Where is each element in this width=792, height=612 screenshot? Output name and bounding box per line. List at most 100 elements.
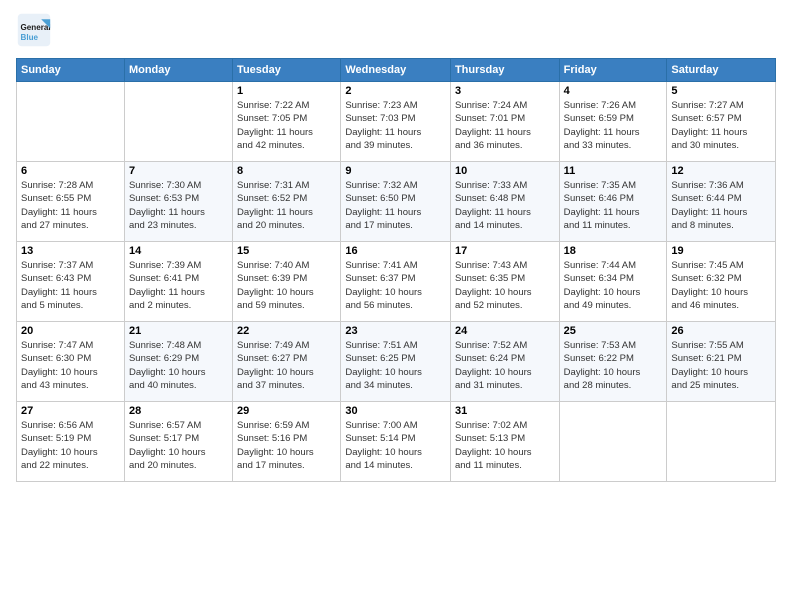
day-number: 15 [237, 245, 336, 257]
calendar-cell: 4Sunrise: 7:26 AM Sunset: 6:59 PM Daylig… [559, 82, 667, 162]
day-number: 28 [129, 405, 228, 417]
calendar-cell: 5 Sunrise: 7:27 AM Sunset: 6:57 PM Daylig… [667, 82, 776, 162]
day-info: Sunrise: 7:44 AM Sunset: 6:34 PM Dayligh… [564, 259, 663, 312]
calendar-cell: 28 Sunrise: 6:57 AM Sunset: 5:17 PM Dayli… [124, 402, 232, 482]
calendar-cell [124, 82, 232, 162]
day-info: Sunrise: 7:30 AM Sunset: 6:53 PM Dayligh… [129, 179, 228, 232]
day-number: 4 [564, 85, 663, 97]
calendar-table: SundayMondayTuesdayWednesdayThursdayFrid… [16, 58, 776, 482]
weekday-header-sunday: Sunday [17, 59, 125, 82]
day-number: 22 [237, 325, 336, 337]
calendar-cell: 15Sunrise: 7:40 AM Sunset: 6:39 PM Dayli… [233, 242, 341, 322]
day-info: Sunrise: 7:55 AM Sunset: 6:21 PM Dayligh… [671, 339, 771, 392]
day-number: 13 [21, 245, 120, 257]
calendar-cell: 21 Sunrise: 7:48 AM Sunset: 6:29 PM Dayli… [124, 322, 232, 402]
calendar-cell: 13 Sunrise: 7:37 AM Sunset: 6:43 PM Dayli… [17, 242, 125, 322]
day-info: Sunrise: 7:28 AM Sunset: 6:55 PM Dayligh… [21, 179, 120, 232]
calendar-cell: 6 Sunrise: 7:28 AM Sunset: 6:55 PM Daylig… [17, 162, 125, 242]
weekday-header-wednesday: Wednesday [341, 59, 451, 82]
svg-text:General: General [21, 23, 51, 32]
logo: General Blue [16, 12, 56, 48]
calendar-cell [17, 82, 125, 162]
calendar-week-5: 27 Sunrise: 6:56 AM Sunset: 5:19 PM Dayli… [17, 402, 776, 482]
day-info: Sunrise: 6:57 AM Sunset: 5:17 PM Dayligh… [129, 419, 228, 472]
calendar-cell: 14 Sunrise: 7:39 AM Sunset: 6:41 PM Dayli… [124, 242, 232, 322]
day-info: Sunrise: 6:56 AM Sunset: 5:19 PM Dayligh… [21, 419, 120, 472]
calendar-cell: 20Sunrise: 7:47 AM Sunset: 6:30 PM Dayli… [17, 322, 125, 402]
logo-icon: General Blue [16, 12, 52, 48]
day-number: 29 [237, 405, 336, 417]
day-info: Sunrise: 7:51 AM Sunset: 6:25 PM Dayligh… [345, 339, 446, 392]
day-info: Sunrise: 7:41 AM Sunset: 6:37 PM Dayligh… [345, 259, 446, 312]
day-info: Sunrise: 6:59 AM Sunset: 5:16 PM Dayligh… [237, 419, 336, 472]
day-info: Sunrise: 7:33 AM Sunset: 6:48 PM Dayligh… [455, 179, 555, 232]
weekday-header-tuesday: Tuesday [233, 59, 341, 82]
weekday-header-friday: Friday [559, 59, 667, 82]
day-number: 26 [671, 325, 771, 337]
day-info: Sunrise: 7:45 AM Sunset: 6:32 PM Dayligh… [671, 259, 771, 312]
day-info: Sunrise: 7:37 AM Sunset: 6:43 PM Dayligh… [21, 259, 120, 312]
day-number: 12 [671, 165, 771, 177]
day-info: Sunrise: 7:35 AM Sunset: 6:46 PM Dayligh… [564, 179, 663, 232]
day-info: Sunrise: 7:52 AM Sunset: 6:24 PM Dayligh… [455, 339, 555, 392]
day-info: Sunrise: 7:00 AM Sunset: 5:14 PM Dayligh… [345, 419, 446, 472]
calendar-cell: 26 Sunrise: 7:55 AM Sunset: 6:21 PM Dayli… [667, 322, 776, 402]
day-number: 8 [237, 165, 336, 177]
day-number: 30 [345, 405, 446, 417]
day-info: Sunrise: 7:49 AM Sunset: 6:27 PM Dayligh… [237, 339, 336, 392]
weekday-header-thursday: Thursday [450, 59, 559, 82]
calendar-cell [559, 402, 667, 482]
calendar-week-2: 6 Sunrise: 7:28 AM Sunset: 6:55 PM Daylig… [17, 162, 776, 242]
day-number: 16 [345, 245, 446, 257]
day-info: Sunrise: 7:22 AM Sunset: 7:05 PM Dayligh… [237, 99, 336, 152]
page: General Blue SundayMondayTuesdayWednesda… [0, 0, 792, 612]
day-number: 1 [237, 85, 336, 97]
day-info: Sunrise: 7:48 AM Sunset: 6:29 PM Dayligh… [129, 339, 228, 392]
day-number: 17 [455, 245, 555, 257]
day-number: 5 [671, 85, 771, 97]
day-number: 14 [129, 245, 228, 257]
calendar-cell: 27 Sunrise: 6:56 AM Sunset: 5:19 PM Dayli… [17, 402, 125, 482]
weekday-header-saturday: Saturday [667, 59, 776, 82]
day-number: 10 [455, 165, 555, 177]
calendar-cell: 3 Sunrise: 7:24 AM Sunset: 7:01 PM Daylig… [450, 82, 559, 162]
day-info: Sunrise: 7:24 AM Sunset: 7:01 PM Dayligh… [455, 99, 555, 152]
calendar-header-row: SundayMondayTuesdayWednesdayThursdayFrid… [17, 59, 776, 82]
calendar-cell: 22 Sunrise: 7:49 AM Sunset: 6:27 PM Dayli… [233, 322, 341, 402]
calendar-cell: 9 Sunrise: 7:32 AM Sunset: 6:50 PM Daylig… [341, 162, 451, 242]
day-number: 24 [455, 325, 555, 337]
day-number: 11 [564, 165, 663, 177]
calendar-cell: 10 Sunrise: 7:33 AM Sunset: 6:48 PM Dayli… [450, 162, 559, 242]
day-number: 6 [21, 165, 120, 177]
calendar-week-4: 20Sunrise: 7:47 AM Sunset: 6:30 PM Dayli… [17, 322, 776, 402]
svg-text:Blue: Blue [21, 33, 39, 42]
calendar-cell: 29 Sunrise: 6:59 AM Sunset: 5:16 PM Dayli… [233, 402, 341, 482]
calendar-cell: 30 Sunrise: 7:00 AM Sunset: 5:14 PM Dayli… [341, 402, 451, 482]
day-info: Sunrise: 7:47 AM Sunset: 6:30 PM Dayligh… [21, 339, 120, 392]
calendar-cell: 11 Sunrise: 7:35 AM Sunset: 6:46 PM Dayli… [559, 162, 667, 242]
day-number: 9 [345, 165, 446, 177]
day-info: Sunrise: 7:27 AM Sunset: 6:57 PM Dayligh… [671, 99, 771, 152]
day-number: 27 [21, 405, 120, 417]
calendar-cell [667, 402, 776, 482]
calendar-cell: 25Sunrise: 7:53 AM Sunset: 6:22 PM Dayli… [559, 322, 667, 402]
calendar-cell: 23Sunrise: 7:51 AM Sunset: 6:25 PM Dayli… [341, 322, 451, 402]
calendar-cell: 12 Sunrise: 7:36 AM Sunset: 6:44 PM Dayli… [667, 162, 776, 242]
day-number: 7 [129, 165, 228, 177]
day-number: 31 [455, 405, 555, 417]
calendar-cell: 16 Sunrise: 7:41 AM Sunset: 6:37 PM Dayli… [341, 242, 451, 322]
day-number: 21 [129, 325, 228, 337]
calendar-cell: 24 Sunrise: 7:52 AM Sunset: 6:24 PM Dayli… [450, 322, 559, 402]
day-info: Sunrise: 7:43 AM Sunset: 6:35 PM Dayligh… [455, 259, 555, 312]
day-info: Sunrise: 7:32 AM Sunset: 6:50 PM Dayligh… [345, 179, 446, 232]
day-info: Sunrise: 7:39 AM Sunset: 6:41 PM Dayligh… [129, 259, 228, 312]
calendar-cell: 1 Sunrise: 7:22 AM Sunset: 7:05 PM Daylig… [233, 82, 341, 162]
day-number: 18 [564, 245, 663, 257]
calendar-cell: 8Sunrise: 7:31 AM Sunset: 6:52 PM Daylig… [233, 162, 341, 242]
calendar-week-1: 1 Sunrise: 7:22 AM Sunset: 7:05 PM Daylig… [17, 82, 776, 162]
calendar-cell: 7 Sunrise: 7:30 AM Sunset: 6:53 PM Daylig… [124, 162, 232, 242]
day-info: Sunrise: 7:36 AM Sunset: 6:44 PM Dayligh… [671, 179, 771, 232]
day-number: 3 [455, 85, 555, 97]
day-number: 2 [345, 85, 446, 97]
calendar-cell: 31Sunrise: 7:02 AM Sunset: 5:13 PM Dayli… [450, 402, 559, 482]
